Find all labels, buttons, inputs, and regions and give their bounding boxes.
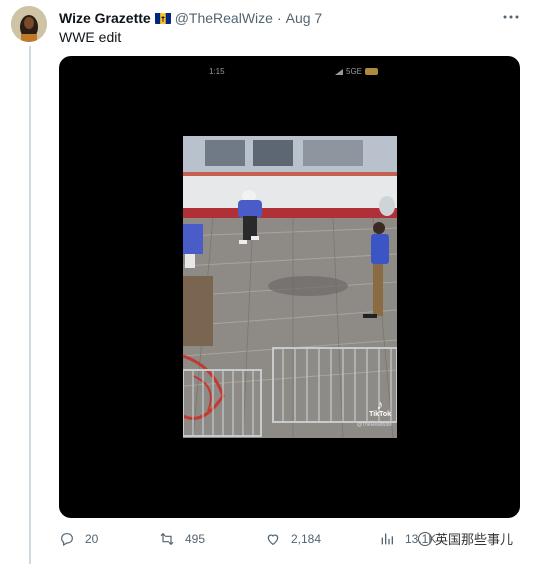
reply-button[interactable]: 20 <box>59 530 98 548</box>
bar-chart-icon <box>381 533 393 545</box>
reply-count: 20 <box>85 532 99 546</box>
tiktok-user: @TheRealWize <box>356 422 392 428</box>
video-scene <box>183 136 397 438</box>
reply-icon <box>61 533 73 547</box>
like-count: 2,184 <box>291 532 322 546</box>
tweet-date[interactable]: Aug 7 <box>286 10 323 26</box>
status-right: 5GE <box>335 67 379 76</box>
tiktok-brand: TikTok <box>369 411 391 418</box>
status-time: 1:15 <box>209 67 225 76</box>
status-network: 5GE <box>346 67 363 76</box>
barbados-flag-icon <box>154 12 171 24</box>
phone-status-bar: 1:15 5GE <box>59 66 520 78</box>
author-name[interactable]: Wize Grazette <box>59 10 151 26</box>
retweet-button[interactable]: 495 <box>159 530 205 548</box>
tweet-text: WWE edit <box>59 29 122 45</box>
watermark-logo-icon <box>418 531 432 546</box>
author-handle[interactable]: @TheRealWize <box>175 10 273 26</box>
separator-dot: · <box>276 10 282 26</box>
signal-icon <box>335 68 343 75</box>
overlay-watermark-text: 英国那些事儿 <box>435 532 514 547</box>
avatar[interactable] <box>11 6 47 42</box>
tiktok-logo-icon: ♪ <box>376 397 384 412</box>
like-button[interactable]: 2,184 <box>265 530 321 548</box>
overlay-watermark: 英国那些事儿 <box>418 529 513 548</box>
battery-icon <box>365 68 379 75</box>
more-horizontal-icon[interactable] <box>501 8 521 26</box>
video-player[interactable]: 1:15 5GE ♪ TikTok @TheRealWize <box>59 56 520 518</box>
heart-icon <box>267 534 279 546</box>
retweet-count: 495 <box>185 532 206 546</box>
tweet-header: Wize Grazette @TheRealWize · Aug 7 <box>59 8 539 28</box>
thread-line <box>29 46 31 564</box>
tiktok-watermark: ♪ TikTok <box>369 398 391 418</box>
video-frame: ♪ TikTok @TheRealWize <box>183 136 397 438</box>
avatar-image <box>11 6 47 42</box>
retweet-icon <box>160 532 174 546</box>
